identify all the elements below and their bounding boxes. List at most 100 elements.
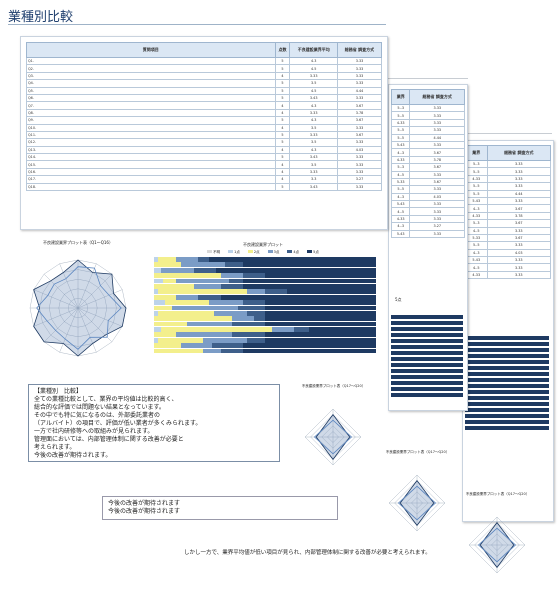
mini-table-cell: 4-33 bbox=[390, 118, 411, 128]
table-cell: 3.5 bbox=[289, 160, 338, 169]
mini-table-cell: 5-.3 bbox=[465, 219, 488, 228]
navy-bar bbox=[465, 336, 549, 340]
bar-segment bbox=[160, 267, 194, 273]
table-cell: 3.33 bbox=[336, 71, 383, 81]
legend-item: 2点 bbox=[247, 250, 260, 255]
mini-table-row: 5-.5 3.33 bbox=[465, 167, 552, 176]
table-row: Q4. 5 3.5 3.33 bbox=[26, 79, 383, 88]
bar-area bbox=[154, 257, 376, 354]
mini-table-cell: 3.67 bbox=[486, 204, 552, 213]
bar-chart-title: 不良建設業界プロット bbox=[243, 242, 283, 247]
mini-table-cell: 5-.5 bbox=[390, 185, 411, 194]
mini-table-cell: 4-.5 bbox=[465, 226, 488, 235]
stacked-bar-row bbox=[154, 327, 376, 332]
table-cell: 3.5 bbox=[289, 138, 338, 147]
legend-label: 2点 bbox=[253, 250, 260, 254]
radar-series bbox=[479, 521, 515, 569]
bar-segment bbox=[242, 283, 376, 289]
legend-item: 4点 bbox=[287, 250, 299, 255]
table-cell: 3.33 bbox=[336, 138, 383, 147]
mini-table-cell: 3.33 bbox=[409, 140, 465, 150]
mini-table-cell: 4-.3 bbox=[465, 248, 488, 258]
bar-segment bbox=[193, 283, 221, 289]
table-cell: Q10. bbox=[26, 123, 276, 132]
commentary-line: 総合的な評価では問題ない結果となっています。 bbox=[34, 404, 165, 411]
bar-segment bbox=[220, 283, 243, 289]
navy-bar bbox=[465, 348, 549, 352]
mini-table-cell: 4-.5 bbox=[390, 170, 411, 179]
mini-table-row: 4-33 3.33 bbox=[390, 214, 465, 224]
navy-bar bbox=[391, 375, 463, 379]
stacked-bar-row bbox=[154, 300, 376, 305]
page-title: 業種別比較 bbox=[8, 10, 74, 25]
commentary-title: 【業種別 比較】 bbox=[34, 388, 83, 395]
navy-bar bbox=[391, 327, 463, 331]
mini-table-cell: 3.33 bbox=[409, 207, 465, 216]
bar-segment bbox=[247, 310, 265, 316]
mini-table-row: 4-.5 3.33 bbox=[390, 207, 465, 216]
table-cell: 5 bbox=[274, 138, 291, 147]
mini-table-cell: 5-43 bbox=[390, 200, 411, 209]
mini-table-row: 5-.5 3.33 bbox=[465, 182, 552, 191]
mini-table-cell: 3.33 bbox=[486, 263, 552, 272]
mini-table-cell: 3.33 bbox=[486, 241, 552, 250]
table-cell: 3.5 bbox=[289, 123, 338, 132]
mini-table-row: 5-.5 3.33 bbox=[390, 111, 465, 120]
mini-table-cell: 3.33 bbox=[409, 126, 465, 135]
navy-bar bbox=[465, 366, 549, 370]
mini-table-cell: 3.33 bbox=[409, 170, 465, 179]
mini-table-cell: 5-.5 bbox=[390, 111, 411, 120]
navy-bar bbox=[391, 333, 463, 337]
legend-label: 5点 bbox=[313, 250, 319, 254]
mini-table-row: 5-43 3.33 bbox=[465, 256, 552, 265]
mini-col-header: 業界 bbox=[390, 89, 411, 105]
legend-swatch bbox=[247, 250, 253, 253]
table-row: Q14. 5 3.43 3.33 bbox=[26, 153, 383, 162]
mini-table-row: 4-.3 4.03 bbox=[390, 192, 465, 202]
table-cell: 4 bbox=[274, 101, 291, 110]
stacked-bar-row bbox=[154, 273, 376, 278]
mini-table-cell: 3.78 bbox=[486, 211, 552, 221]
stacked-bar-row bbox=[154, 343, 376, 349]
legend-item: 不明 bbox=[207, 250, 220, 255]
bar-segment bbox=[154, 305, 172, 311]
navy-bar bbox=[465, 390, 549, 394]
table-cell: 4.3 bbox=[289, 56, 338, 66]
stacked-bar-chart: 不良建設業界プロット 不明 1点 2点 3点 4点 5点 bbox=[148, 242, 378, 368]
bar-segment bbox=[231, 332, 265, 338]
mini-table-row: 4-33 3.33 bbox=[465, 174, 552, 184]
mini-table-cell: 4-33 bbox=[465, 211, 488, 221]
mini-table-cell: 3.67 bbox=[409, 163, 465, 172]
bar-segment bbox=[225, 262, 243, 268]
bar-segment bbox=[180, 343, 212, 349]
mini-table-cell: 4-33 bbox=[465, 174, 488, 184]
bar-segment bbox=[271, 327, 294, 332]
mini-table-cell: 3.33 bbox=[486, 270, 552, 280]
commentary-line: 考えられます。 bbox=[34, 444, 76, 451]
commentary-line: 一方で社内研修等への取組みが見られます。 bbox=[34, 428, 154, 435]
sheet-divider bbox=[462, 133, 552, 134]
stacked-bar-row bbox=[154, 262, 376, 268]
table-cell: Q8. bbox=[26, 108, 276, 118]
table-row: Q15. 4 3.5 3.33 bbox=[26, 160, 383, 169]
table-cell: 3.3 bbox=[289, 175, 338, 184]
legend-item: 5点 bbox=[307, 250, 319, 255]
mini-table-row: 4-.5 3.33 bbox=[465, 263, 552, 272]
table-cell: 3.33 bbox=[336, 182, 383, 192]
table-cell: 5 bbox=[274, 153, 291, 162]
table-row: Q8. 4 3.33 3.78 bbox=[26, 108, 383, 118]
mini-table-cell: 3.33 bbox=[486, 167, 552, 176]
bar-segment bbox=[264, 300, 376, 305]
bar-segment bbox=[154, 273, 221, 278]
table-cell: 4 bbox=[274, 123, 291, 132]
bar-segment bbox=[158, 257, 177, 262]
bar-segment bbox=[242, 262, 376, 268]
table-cell: 4.5 bbox=[289, 86, 338, 95]
table-cell: 4.5 bbox=[289, 64, 338, 73]
bar-segment bbox=[231, 316, 254, 322]
stacked-bar-row bbox=[154, 283, 376, 289]
navy-bar bbox=[391, 315, 463, 319]
bar-segment bbox=[187, 321, 232, 327]
bar-segment bbox=[154, 321, 188, 327]
bar-segment bbox=[216, 267, 376, 273]
